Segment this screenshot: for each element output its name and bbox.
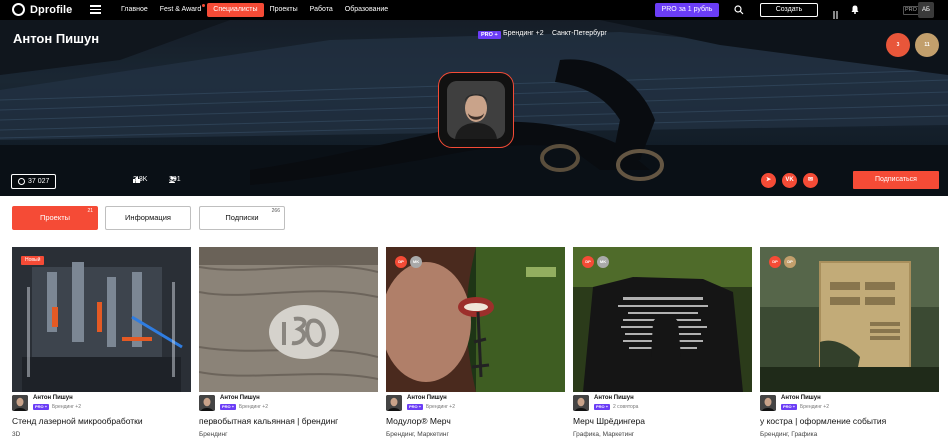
author-name[interactable]: Антон Пишун (781, 395, 821, 401)
email-icon[interactable]: ✉ (803, 173, 818, 188)
card-author[interactable]: Антон Пишун PRO + Брендинг +2 (760, 395, 939, 413)
top-nav: Dprofile Главное Fest & Award Специалист… (0, 0, 948, 37)
tab-info[interactable]: Информация (105, 206, 191, 230)
project-card[interactable]: DP MK Антон Пишун PRO + 2 совятора Мерч … (573, 247, 752, 444)
pro-tag: PRO (903, 6, 919, 15)
menu-item-projects[interactable]: Проекты (264, 3, 304, 17)
profile-cover: Антон Пишун PRO + Брендинг +2 Санкт-Пете… (0, 20, 948, 196)
tab-projects[interactable]: Проекты 21 (12, 206, 98, 230)
author-name[interactable]: Антон Пишун (407, 395, 447, 401)
author-specialization: Брендинг +2 (800, 403, 829, 410)
profile-avatar (438, 72, 514, 148)
award-badge[interactable]: 11 (915, 33, 939, 57)
project-cover[interactable] (199, 247, 378, 392)
card-author[interactable]: Антон Пишун PRO + Брендинг +2 (386, 395, 565, 413)
project-category: Брендинг (199, 431, 228, 438)
search-icon[interactable] (734, 5, 744, 15)
subscribe-button[interactable]: Подписаться (853, 171, 939, 189)
pro-badge: PRO + (781, 404, 798, 410)
menu-item-specialists[interactable]: Специалисты (207, 3, 264, 17)
award-badge[interactable]: MK (597, 256, 609, 268)
profile-specialization[interactable]: Брендинг +2 (503, 30, 544, 37)
project-card[interactable]: DP DP Антон Пишун PRO + Брендинг +2 у ко… (760, 247, 939, 444)
author-avatar[interactable] (386, 395, 402, 411)
logo[interactable]: Dprofile (12, 3, 72, 16)
views-counter: 37 027 (11, 174, 57, 189)
create-button[interactable]: Создать (760, 3, 818, 17)
logo-text: Dprofile (30, 3, 73, 16)
pro-badge: PRO + (220, 404, 237, 410)
author-name[interactable]: Антон Пишун (594, 395, 634, 401)
followers-icon (169, 176, 177, 183)
award-badge[interactable]: DP (784, 256, 796, 268)
card-author[interactable]: Антон Пишун PRO + Брендинг +2 (199, 395, 378, 413)
card-author[interactable]: Антон Пишун PRO + Брендинг +2 (12, 395, 191, 413)
project-title[interactable]: Мерч Шрёдингера (573, 416, 752, 426)
menu-item-fest[interactable]: Fest & Award (154, 3, 208, 17)
menu-item-education[interactable]: Образование (339, 3, 394, 17)
eye-icon (18, 178, 25, 185)
author-name[interactable]: Антон Пишун (220, 395, 260, 401)
pro-badge: PRO + (33, 404, 50, 410)
award-badge[interactable]: DP (769, 256, 781, 268)
author-specialization: Брендинг +2 (239, 403, 268, 410)
project-category: Графика, Маркетинг (573, 431, 635, 438)
tab-subscriptions[interactable]: Подписки 266 (199, 206, 285, 230)
project-title[interactable]: Модулор® Мерч (386, 416, 565, 426)
avatar-photo (447, 81, 505, 139)
project-cover[interactable]: DP MK (386, 247, 565, 392)
profile-city: Санкт-Петербург (552, 30, 607, 37)
pro-badge: PRO + (478, 31, 501, 39)
project-card[interactable]: Новый Антон Пишун PRO + Брендинг +2 Стен… (12, 247, 191, 444)
author-avatar[interactable] (573, 395, 589, 411)
user-avatar[interactable]: АБ (918, 2, 934, 18)
award-badge[interactable]: DP (582, 256, 594, 268)
card-author[interactable]: Антон Пишун PRO + 2 совятора (573, 395, 752, 413)
author-specialization: Брендинг +2 (52, 403, 81, 410)
pro-subscription-button[interactable]: PRO за 1 рубль (655, 3, 719, 17)
project-cover[interactable]: DP DP (760, 247, 939, 392)
menu-item-main[interactable]: Главное (115, 3, 154, 17)
like-icon (133, 176, 141, 183)
main-menu: Главное Fest & Award Специалисты Проекты… (115, 3, 394, 17)
author-avatar[interactable] (12, 395, 28, 411)
author-specialization: 2 совятора (613, 403, 639, 410)
menu-item-jobs[interactable]: Работа (304, 3, 339, 17)
notification-dot (202, 4, 206, 7)
menu-icon[interactable] (90, 5, 101, 14)
project-category: Брендинг, Маркетинг (386, 431, 449, 438)
project-title[interactable]: у костра | оформление события (760, 416, 939, 426)
project-title[interactable]: первобытная кальянная | брендинг (199, 416, 378, 426)
apps-icon[interactable] (833, 6, 841, 37)
vk-icon[interactable]: VK (782, 173, 797, 188)
pro-badge: PRO + (407, 404, 424, 410)
author-avatar[interactable] (199, 395, 215, 411)
likes-counter: 2,8K (133, 176, 147, 183)
pro-badge: PRO + (594, 404, 611, 410)
project-category: 3D (12, 431, 21, 438)
award-badge[interactable]: MK (410, 256, 422, 268)
award-badge[interactable]: 3 (886, 33, 910, 57)
project-cover[interactable]: DP MK (573, 247, 752, 392)
logo-icon (12, 3, 25, 16)
author-avatar[interactable] (760, 395, 776, 411)
profile-name: Антон Пишун (13, 31, 100, 46)
bell-icon[interactable] (851, 5, 859, 16)
project-title[interactable]: Стенд лазерной микрообработки (12, 416, 191, 426)
new-badge: Новый (21, 256, 45, 265)
followers-counter: 391 (169, 176, 181, 183)
project-cover[interactable]: Новый (12, 247, 191, 392)
award-badge[interactable]: DP (395, 256, 407, 268)
project-card[interactable]: Антон Пишун PRO + Брендинг +2 первобытна… (199, 247, 378, 444)
telegram-icon[interactable]: ➤ (761, 173, 776, 188)
project-category: Брендинг, Графика (760, 431, 818, 438)
author-specialization: Брендинг +2 (426, 403, 455, 410)
author-name[interactable]: Антон Пишун (33, 395, 73, 401)
project-card[interactable]: DP MK Антон Пишун PRO + Брендинг +2 Моду… (386, 247, 565, 444)
